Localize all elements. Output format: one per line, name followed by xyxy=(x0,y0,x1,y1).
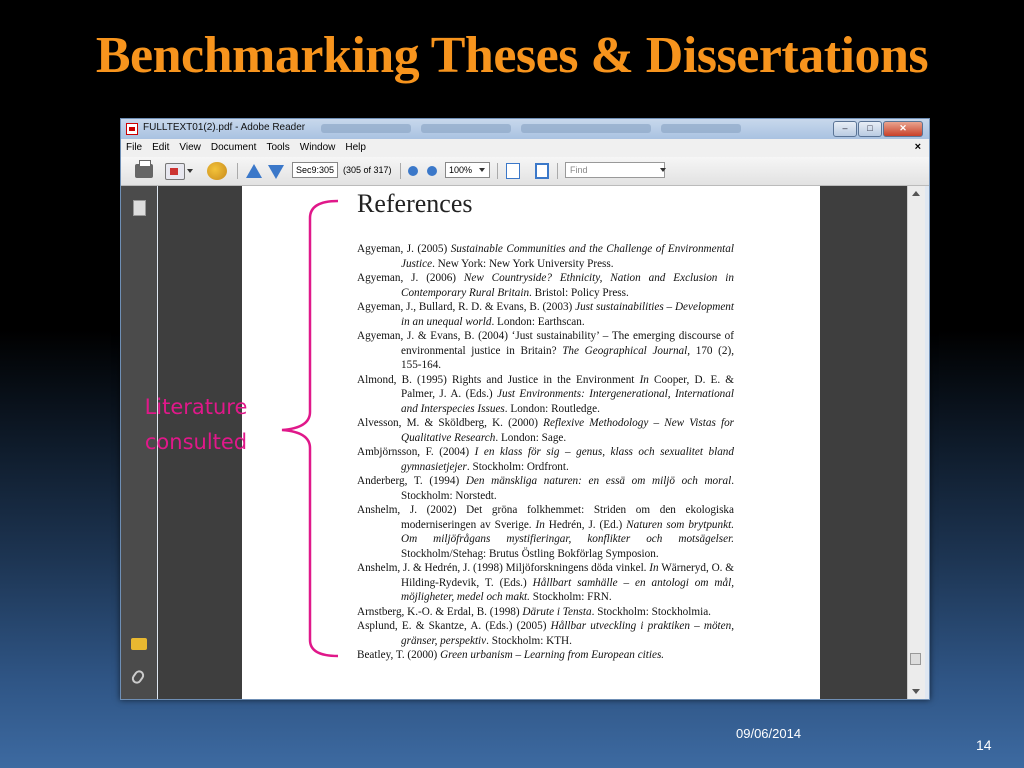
maximize-button[interactable]: □ xyxy=(858,121,882,137)
vertical-scrollbar[interactable] xyxy=(907,186,925,699)
reference-entry: Arnstberg, K.-O. & Erdal, B. (1998) Däru… xyxy=(357,605,734,620)
reference-text: Stockholm/Stehag: Brutus Östling Bokförl… xyxy=(401,547,659,560)
reference-text: Anderberg, T. (1994) xyxy=(357,475,466,487)
reference-text: In xyxy=(639,373,649,386)
reference-entry: Alvesson, M. & Sköldberg, K. (2000) Refl… xyxy=(357,416,734,445)
annotation-line-1: Literature xyxy=(144,395,248,419)
reference-text: Agyeman, J. (2005) xyxy=(357,243,451,255)
reference-text: . London: Routledge. xyxy=(504,402,600,415)
annotation-line-2: consulted xyxy=(144,430,248,454)
menu-tools[interactable]: Tools xyxy=(261,139,294,156)
minimize-button[interactable]: – xyxy=(833,121,857,137)
window-title: FULLTEXT01(2).pdf - Adobe Reader xyxy=(143,122,306,133)
reference-text: . Bristol: Policy Press. xyxy=(529,286,629,299)
toolbar-divider xyxy=(400,163,401,179)
create-pdf-icon[interactable] xyxy=(165,163,185,180)
references-heading: References xyxy=(357,189,473,218)
reference-text: . Stockholm: Stockholmia. xyxy=(591,605,711,618)
reference-entry: Anderberg, T. (1994) Den mänskliga natur… xyxy=(357,474,734,503)
reference-entry: Ambjörnsson, F. (2004) I en klass för si… xyxy=(357,445,734,474)
page-count: (305 of 317) xyxy=(343,165,392,175)
reference-text: Arnstberg, K.-O. & Erdal, B. (1998) xyxy=(357,605,523,618)
menu-document[interactable]: Document xyxy=(206,139,262,156)
reference-entry: Beatley, T. (2000) Green urbanism – Lear… xyxy=(357,648,734,663)
zoom-out-icon[interactable] xyxy=(408,166,418,176)
menu-help[interactable]: Help xyxy=(340,139,371,156)
blurred-taskbar-text xyxy=(521,124,651,133)
close-document-button[interactable]: × xyxy=(915,141,921,153)
reference-text: Den mänskliga naturen: en essä om miljö … xyxy=(465,475,732,487)
scroll-down-icon[interactable] xyxy=(912,689,920,694)
references-list: Agyeman, J. (2005) Sustainable Communiti… xyxy=(357,242,734,663)
reference-text: . Stockholm: Ordfront. xyxy=(466,460,569,473)
reference-text: Asplund, E. & Skantze, A. (Eds.) (2005) xyxy=(357,620,551,632)
comment-icon[interactable] xyxy=(131,638,147,650)
toolbar-divider xyxy=(237,163,238,179)
fit-page-icon[interactable] xyxy=(535,163,549,179)
reference-entry: Agyeman, J. & Evans, B. (2004) ‘Just sus… xyxy=(357,329,734,373)
reference-text: Green urbanism – Learning from European … xyxy=(440,649,665,661)
menu-window[interactable]: Window xyxy=(295,139,341,156)
scroll-thumb[interactable] xyxy=(910,653,921,665)
reference-text: . Stockholm: KTH. xyxy=(486,634,572,647)
toolbar-divider xyxy=(557,163,558,179)
menu-bar: File Edit View Document Tools Window Hel… xyxy=(121,139,929,158)
find-input[interactable]: Find xyxy=(565,162,665,178)
reference-text: Stockholm: FRN. xyxy=(529,591,612,603)
blurred-taskbar-text xyxy=(321,124,411,133)
reference-text: In xyxy=(535,518,545,531)
toolbar: Sec9:305 (305 of 317) 100% Find xyxy=(121,157,929,186)
slide-title: Benchmarking Theses & Dissertations xyxy=(95,27,929,84)
pdf-file-icon xyxy=(126,123,138,135)
reference-text: Beatley, T. (2000) xyxy=(357,649,441,661)
reference-text: Alvesson, M. & Sköldberg, K. (2000) xyxy=(357,417,544,429)
collaborate-icon[interactable] xyxy=(207,162,227,180)
reference-text: The Geographical Journal, xyxy=(562,344,691,357)
reference-entry: Asplund, E. & Skantze, A. (Eds.) (2005) … xyxy=(357,619,734,648)
blurred-taskbar-text xyxy=(661,124,741,133)
reference-entry: Almond, B. (1995) Rights and Justice in … xyxy=(357,373,734,417)
slide-date: 09/06/2014 xyxy=(736,726,802,741)
menu-edit[interactable]: Edit xyxy=(147,139,174,156)
reference-entry: Agyeman, J. (2005) Sustainable Communiti… xyxy=(357,242,734,271)
reference-entry: Agyeman, J. (2006) New Countryside? Ethn… xyxy=(357,271,734,300)
reference-entry: Anshelm, J. & Hedrén, J. (1998) Miljöfor… xyxy=(357,561,734,605)
reference-text: Därute i Tensta xyxy=(522,605,592,618)
chevron-down-icon[interactable] xyxy=(660,168,666,172)
slide-number: 14 xyxy=(976,737,992,753)
reference-text: . London: Earthscan. xyxy=(491,315,585,328)
reference-text: . London: Sage. xyxy=(495,431,567,444)
reference-text: Ambjörnsson, F. (2004) xyxy=(357,446,475,458)
reference-text: Almond, B. (1995) Rights and Justice in … xyxy=(357,373,640,386)
chevron-down-icon[interactable] xyxy=(187,169,193,173)
reference-text: . New York: New York University Press. xyxy=(432,257,614,270)
page-number-input[interactable]: Sec9:305 xyxy=(292,162,338,178)
next-page-icon[interactable] xyxy=(268,165,284,179)
literature-consulted-label: Literature consulted xyxy=(120,390,272,460)
scroll-up-icon[interactable] xyxy=(912,191,920,196)
reference-text: In xyxy=(649,562,659,574)
chevron-down-icon[interactable] xyxy=(479,168,485,172)
reference-text: Hedrén, J. (Ed.) xyxy=(544,518,627,531)
blurred-taskbar-text xyxy=(421,124,511,133)
reference-text: Agyeman, J., Bullard, R. D. & Evans, B. … xyxy=(357,301,576,313)
reference-text: Agyeman, J. (2006) xyxy=(357,272,464,284)
print-icon[interactable] xyxy=(135,160,153,178)
reference-entry: Agyeman, J., Bullard, R. D. & Evans, B. … xyxy=(357,300,734,329)
window-titlebar[interactable]: FULLTEXT01(2).pdf - Adobe Reader – □ ✕ xyxy=(121,119,929,139)
attachment-icon[interactable] xyxy=(129,668,147,686)
toolbar-divider xyxy=(497,163,498,179)
previous-page-icon[interactable] xyxy=(246,164,262,178)
zoom-in-icon[interactable] xyxy=(427,166,437,176)
close-button[interactable]: ✕ xyxy=(883,121,923,137)
menu-file[interactable]: File xyxy=(121,139,147,156)
pdf-page: References Agyeman, J. (2005) Sustainabl… xyxy=(242,186,820,699)
reference-entry: Anshelm, J. (2002) Det gröna folkhemmet:… xyxy=(357,503,734,561)
reference-text: Anshelm, J. & Hedrén, J. (1998) Miljöfor… xyxy=(357,562,650,574)
menu-view[interactable]: View xyxy=(174,139,206,156)
pages-icon[interactable] xyxy=(133,200,146,216)
fit-width-icon[interactable] xyxy=(506,163,520,179)
